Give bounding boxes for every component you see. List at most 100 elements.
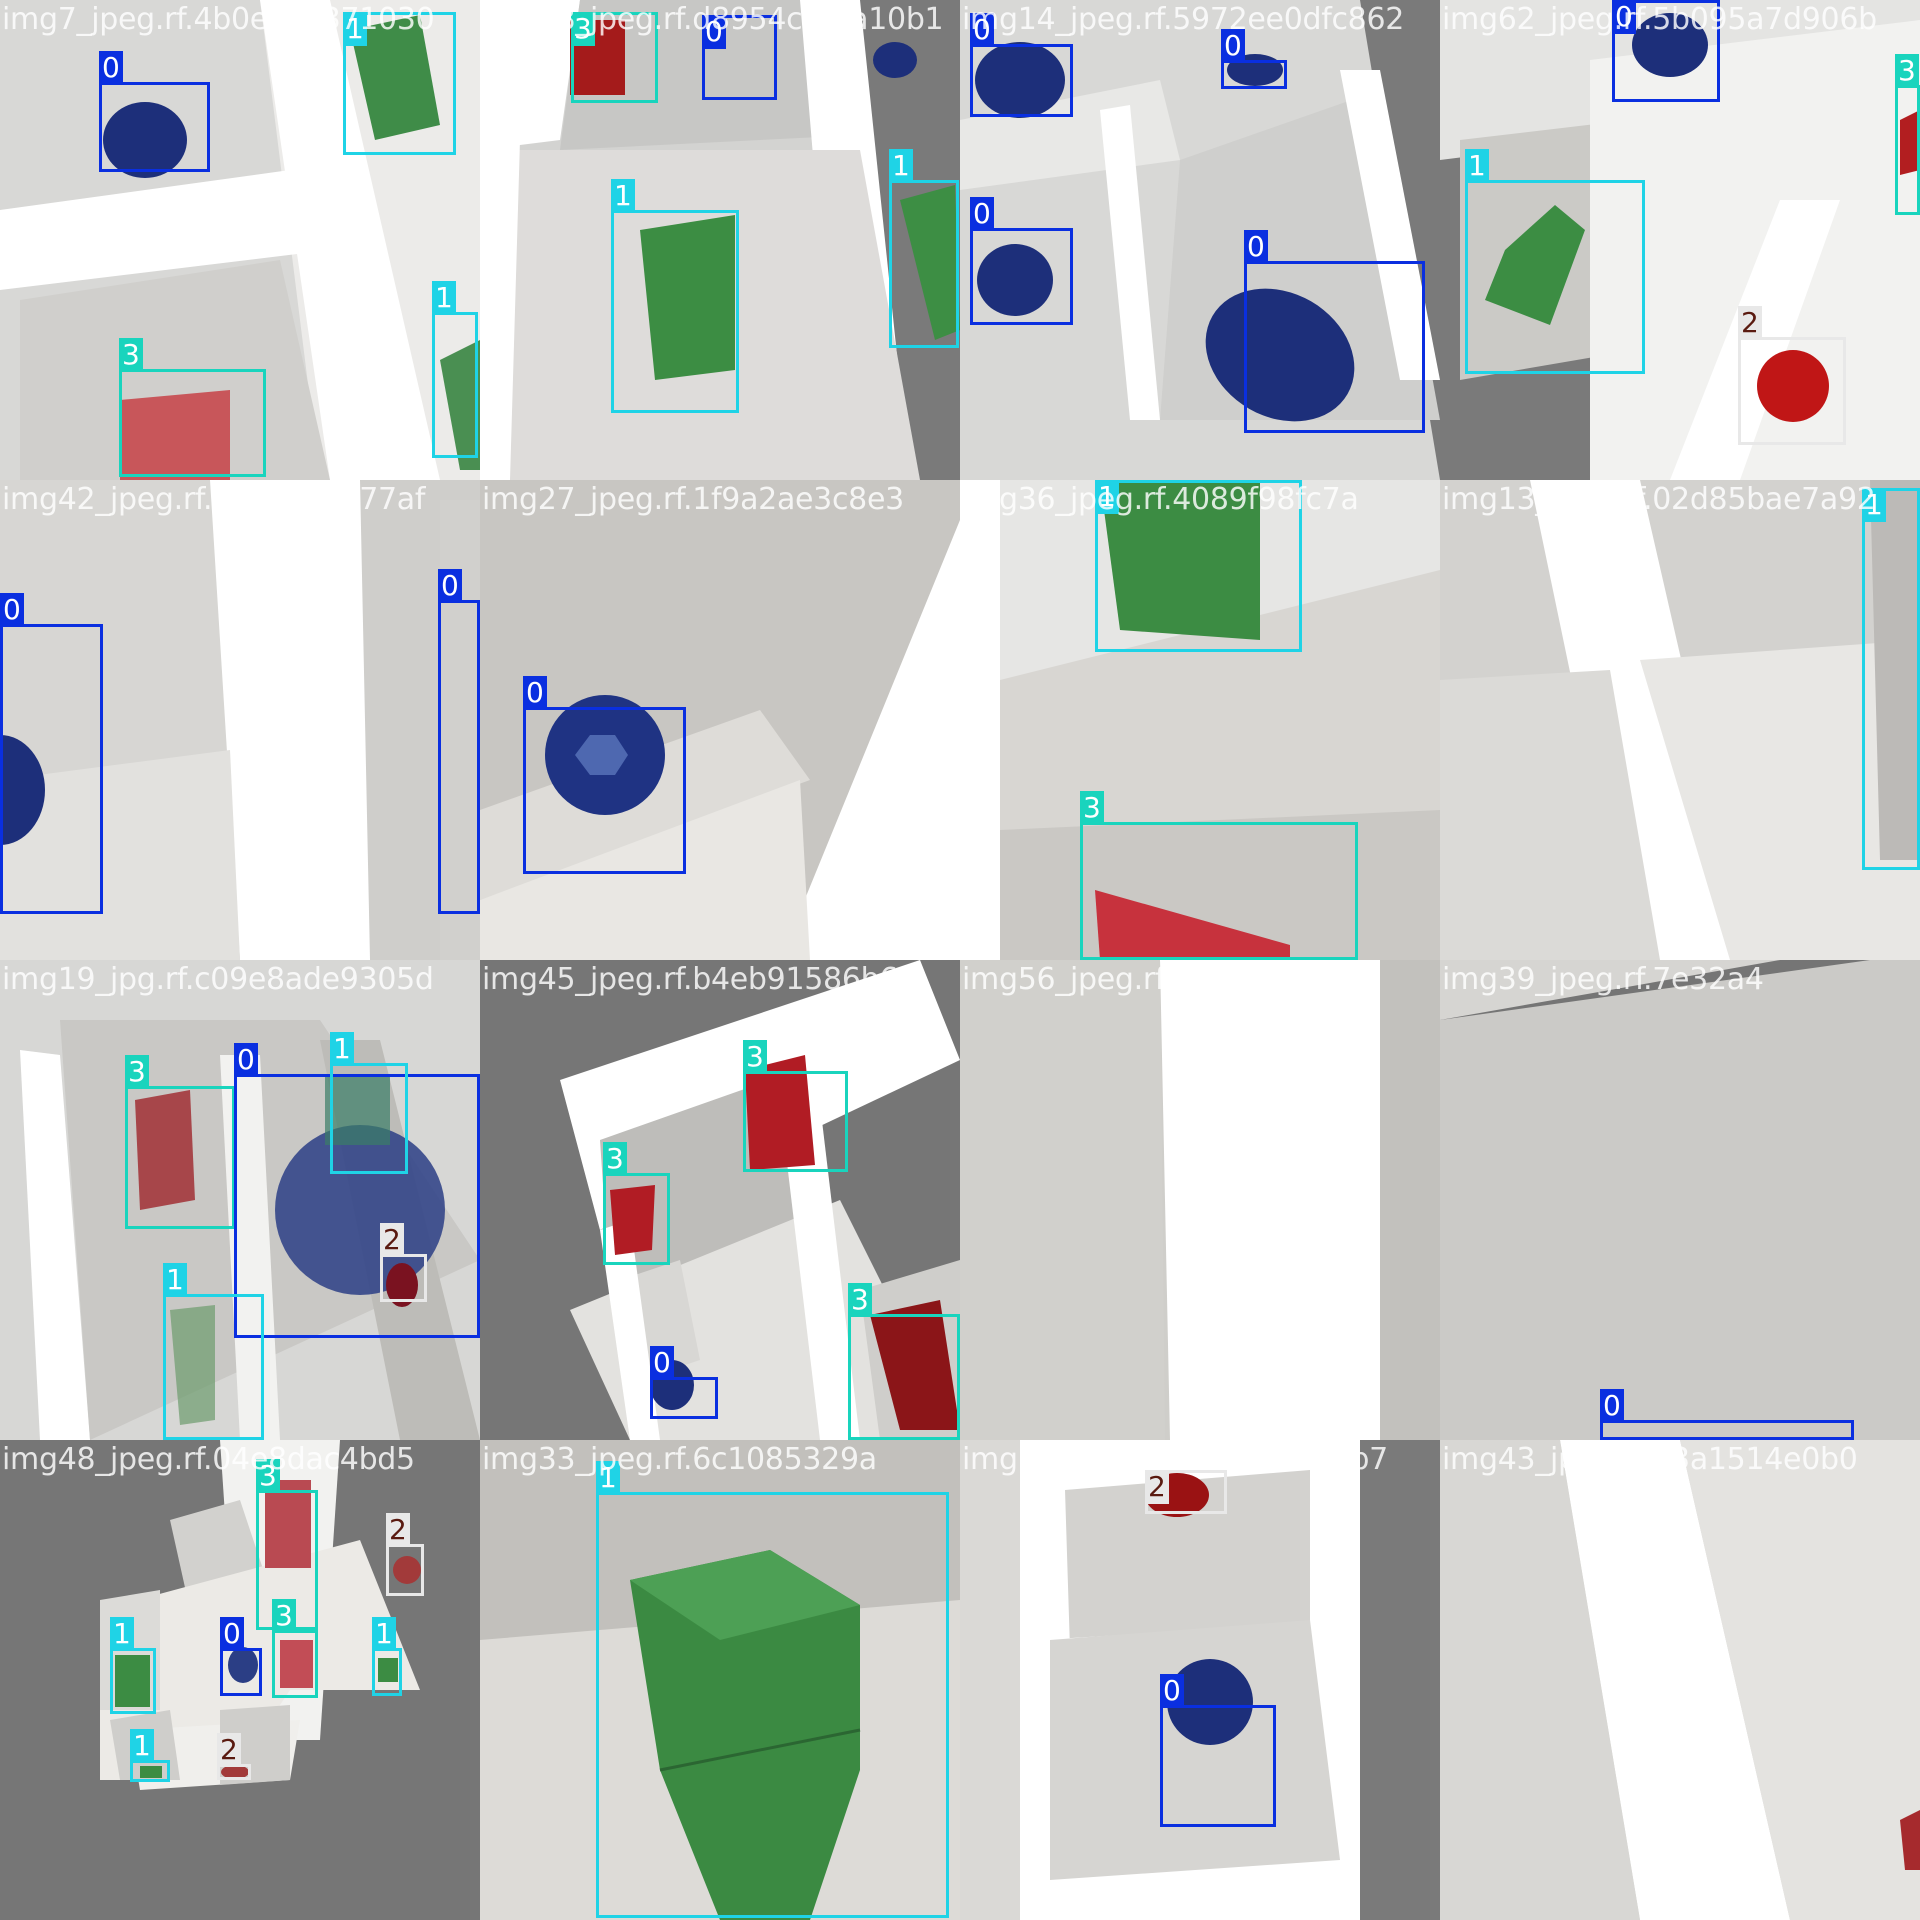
detection-class-label: 1 (130, 1729, 154, 1763)
scene-image (1440, 1440, 1920, 1920)
detection-box: 0 (99, 51, 210, 172)
detection-class-label: 0 (970, 13, 994, 47)
mosaic-tile: 1 3 img36_jpeg.rf.4089f98fc7a (960, 480, 1440, 960)
mosaic-tile: 3 0 1 1 2 img19_jpg.rf.c09e8ade9305d (0, 960, 480, 1440)
detection-box: 2 (380, 1223, 427, 1302)
scene-image (960, 960, 1440, 1440)
detection-box: 3 (119, 338, 266, 477)
detection-class-label: 0 (234, 1043, 258, 1077)
detection-class-label: 0 (1221, 29, 1245, 63)
detection-box: 0 (970, 13, 1073, 117)
detection-class-label: 1 (343, 12, 367, 46)
detection-box: 0 (0, 593, 103, 914)
detection-class-label: 3 (1080, 791, 1104, 825)
detection-class-label: 0 (99, 51, 123, 85)
detection-class-label: 3 (848, 1283, 872, 1317)
mosaic-grid: 0 1 3 1 img7_jpeg.rf.4b0ec71371030 3 0 1 1 img18… (0, 0, 1920, 1920)
detection-box: 0 (1160, 1674, 1276, 1827)
detection-box: 0 (438, 569, 480, 914)
detection-class-label: 0 (438, 569, 462, 603)
detection-box: 0 (650, 1346, 718, 1419)
detection-class-label: 0 (1160, 1674, 1184, 1708)
detection-class-label: 3 (1895, 54, 1919, 88)
detection-box: 1 (432, 281, 478, 458)
detection-box: 1 (1465, 149, 1645, 374)
detection-class-label: 1 (163, 1263, 187, 1297)
mosaic-tile: 2 0 img53_jpeg.rf.2837e7ef84b7 (960, 1440, 1440, 1920)
detection-box: 3 (1080, 791, 1358, 960)
mosaic-tile: 3 0 1 1 img18_jpeg.rf.d8954c89fa10b1 (480, 0, 960, 480)
detection-box: 3 (848, 1283, 960, 1440)
detection-box: 3 (571, 12, 658, 103)
mosaic-tile: 0 0 0 0 img14_jpeg.rf.5972ee0dfc862 (960, 0, 1440, 480)
detection-box: 1 (1095, 480, 1302, 652)
detection-box: 3 (125, 1055, 235, 1229)
detection-box: 0 (702, 15, 777, 100)
detection-class-label: 0 (702, 15, 726, 49)
detection-box: 0 (1221, 29, 1287, 89)
detection-class-label: 2 (386, 1513, 410, 1547)
detection-class-label: 1 (1862, 488, 1886, 522)
scene-image (1440, 480, 1920, 960)
detection-class-label: 2 (1145, 1470, 1169, 1504)
mosaic-tile: 1 img33_jpeg.rf.6c1085329a (480, 1440, 960, 1920)
detection-class-label: 3 (272, 1599, 296, 1633)
detection-box: 0 (220, 1617, 262, 1696)
detection-class-label: 0 (220, 1617, 244, 1651)
detection-box: 3 (743, 1040, 848, 1172)
detection-box: 1 (163, 1263, 264, 1440)
mosaic-tile: 0 1 3 2 img62_jpeg.rf.5b095a7d906b (1440, 0, 1920, 480)
detection-box: 0 (970, 197, 1073, 325)
detection-box: 0 (1244, 230, 1425, 433)
detection-class-label: 0 (1244, 230, 1268, 264)
detection-box: 0 (1600, 1389, 1854, 1440)
detection-box: 1 (1862, 488, 1920, 870)
detection-class-label: 2 (217, 1733, 241, 1767)
detection-class-label: 0 (1600, 1389, 1624, 1423)
detection-class-label: 1 (110, 1617, 134, 1651)
detection-box: 1 (889, 149, 959, 348)
detection-class-label: 3 (125, 1055, 149, 1089)
detection-class-label: 3 (119, 338, 143, 372)
detection-box: 1 (330, 1032, 408, 1174)
detection-class-label: 1 (1465, 149, 1489, 183)
mosaic-tile: 0 img27_jpeg.rf.1f9a2ae3c8e3 (480, 480, 960, 960)
mosaic-tile: img56_jpeg.rf.86d33075f9c (960, 960, 1440, 1440)
detection-box: 0 (1612, 0, 1720, 102)
detection-box: 1 (130, 1729, 170, 1782)
detection-box: 1 (110, 1617, 156, 1714)
detection-class-label: 3 (256, 1459, 280, 1493)
detection-class-label: 2 (380, 1223, 404, 1257)
mosaic-tile: 3 2 1 0 3 1 1 2 img48_jpeg.rf.04e8dac4bd5 (0, 1440, 480, 1920)
detection-box: 1 (611, 179, 739, 413)
detection-class-label: 0 (1612, 0, 1636, 34)
detection-class-label: 3 (743, 1040, 767, 1074)
detection-class-label: 1 (372, 1617, 396, 1651)
mosaic-tile: 0 img39_jpeg.rf.7e32a4 (1440, 960, 1920, 1440)
detection-box: 2 (1145, 1470, 1227, 1514)
detection-box: 2 (217, 1733, 251, 1780)
detection-class-label: 1 (330, 1032, 354, 1066)
detection-box: 1 (596, 1461, 949, 1918)
detection-box: 2 (386, 1513, 424, 1596)
detection-class-label: 0 (0, 593, 24, 627)
detection-box: 3 (272, 1599, 318, 1698)
detection-box: 2 (1738, 306, 1846, 445)
detection-class-label: 1 (1095, 480, 1119, 514)
detection-box: 0 (523, 676, 686, 874)
detection-box: 1 (372, 1617, 402, 1696)
detection-class-label: 1 (432, 281, 456, 315)
mosaic-tile: img43_jpeg.rf.83a1514e0b0 (1440, 1440, 1920, 1920)
detection-box: 3 (1895, 54, 1920, 215)
detection-class-label: 0 (523, 676, 547, 710)
detection-box: 3 (603, 1142, 670, 1265)
detection-class-label: 1 (596, 1461, 620, 1495)
detection-class-label: 1 (611, 179, 635, 213)
mosaic-tile: 0 1 3 1 img7_jpeg.rf.4b0ec71371030 (0, 0, 480, 480)
detection-class-label: 3 (603, 1142, 627, 1176)
detection-class-label: 2 (1738, 306, 1762, 340)
detection-class-label: 0 (970, 197, 994, 231)
mosaic-tile: 3 3 3 0 img45_jpeg.rf.b4eb91586b67 (480, 960, 960, 1440)
scene-image (1440, 960, 1920, 1440)
mosaic-tile: 0 0 img42_jpeg.rf.a33c740b77af (0, 480, 480, 960)
